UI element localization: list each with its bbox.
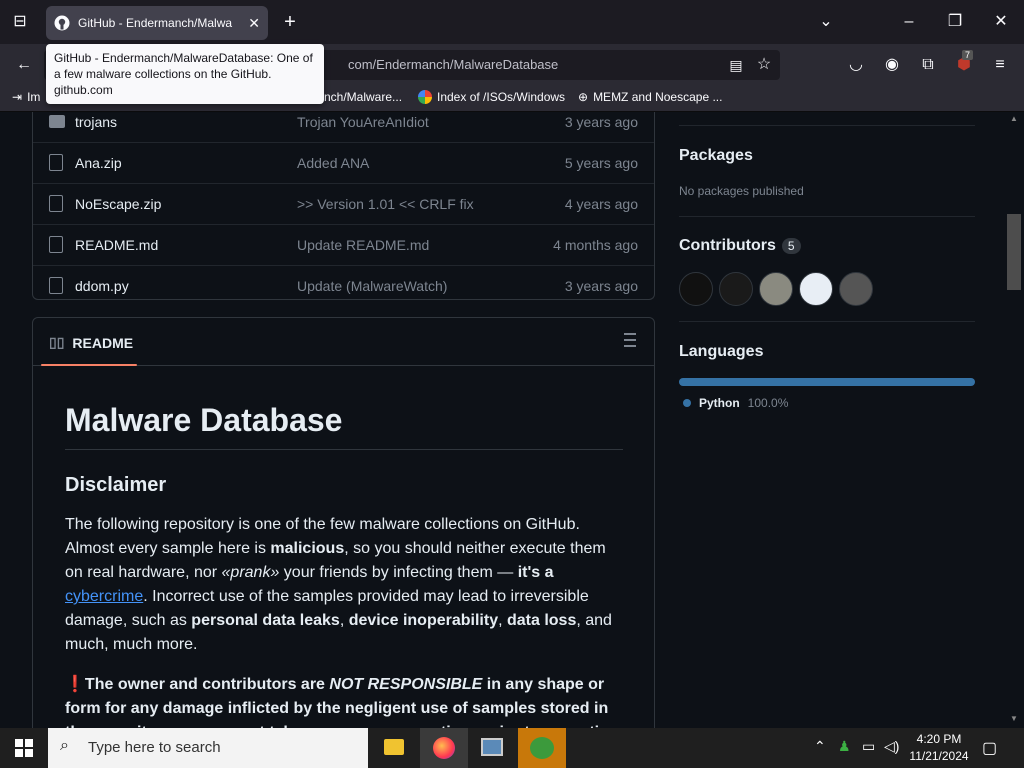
globe-icon: ⊕ (578, 90, 589, 104)
bookmark-star-icon[interactable]: ☆ (752, 53, 776, 77)
outline-list-icon[interactable] (620, 333, 636, 347)
windows-icon (15, 739, 33, 757)
menu-icon[interactable]: ≡ (988, 53, 1012, 77)
disclaimer-paragraph: The following repository is one of the f… (65, 516, 612, 653)
cybercrime-link[interactable]: cybercrime (65, 588, 143, 605)
language-item[interactable]: Python 100.0% (683, 396, 788, 410)
avatar[interactable] (759, 272, 793, 306)
bookmark-isos[interactable]: Index of /ISOs/Windows (418, 90, 565, 104)
file-list: trojans Trojan YouAreAnIdiot 3 years ago… (32, 112, 655, 300)
account-icon[interactable]: ◉ (880, 53, 904, 77)
tooltip-host: github.com (54, 83, 113, 97)
file-icon (49, 195, 63, 212)
avatar[interactable] (719, 272, 753, 306)
table-row[interactable]: trojans Trojan YouAreAnIdiot 3 years ago (33, 112, 654, 143)
readme-content: Malware Database Disclaimer The followin… (65, 398, 623, 728)
tooltip-title: GitHub - Endermanch/MalwareDatabase: One… (54, 51, 313, 81)
search-icon: ⌕ (60, 737, 69, 754)
readme-box: ▯▯ README Malware Database Disclaimer Th… (32, 317, 655, 728)
firefox-icon[interactable] (420, 728, 468, 768)
contributors-count: 5 (781, 237, 801, 254)
packages-text: No packages published (679, 184, 804, 198)
extension-badge: 7 (962, 50, 974, 60)
responsibility-paragraph: ❗The owner and contributors are NOT RESP… (65, 676, 619, 728)
divider (679, 216, 975, 217)
python-dot-icon (683, 399, 691, 407)
divider (679, 321, 975, 322)
readme-title: Malware Database (65, 402, 623, 450)
folder-icon (49, 115, 65, 128)
browser-tab-bar: ⊟ GitHub - Endermanch/Malwa ✕ + ⌄ – ❐ ✕ (0, 0, 1024, 44)
file-icon (49, 277, 63, 294)
bookmark-malware[interactable]: nch/Malware... (324, 90, 402, 104)
tab-readme[interactable]: ▯▯ README (49, 334, 133, 351)
avatar[interactable] (679, 272, 713, 306)
close-window-icon[interactable]: ✕ (986, 8, 1016, 36)
tab-title: GitHub - Endermanch/Malwa (78, 16, 233, 30)
windows-taskbar: ⌕ Type here to search ⌃ ♟ ▭ ◁) 4:20 PM 1… (0, 728, 1024, 768)
disclaimer-heading: Disclaimer (65, 474, 167, 496)
scroll-up-icon[interactable]: ▲ (1010, 114, 1018, 123)
extensions-icon[interactable]: ⧉ (916, 53, 940, 77)
language-bar (679, 378, 975, 386)
tab-close-icon[interactable]: ✕ (248, 15, 260, 32)
volume-icon[interactable]: ◁) (884, 738, 899, 755)
avatar[interactable] (799, 272, 833, 306)
scroll-down-icon[interactable]: ▼ (1010, 714, 1018, 723)
readme-header: ▯▯ README (33, 318, 654, 366)
google-icon (418, 90, 432, 104)
url-text: com/Endermanch/MalwareDatabase (348, 57, 559, 72)
github-icon (54, 15, 70, 31)
file-icon (49, 236, 63, 253)
book-icon: ▯▯ (49, 334, 65, 350)
page-scrollbar[interactable]: ▲ ▼ (1005, 112, 1024, 728)
languages-heading: Languages (679, 343, 764, 360)
start-button[interactable] (0, 728, 48, 768)
scroll-thumb[interactable] (1007, 214, 1021, 290)
bookmark-memz[interactable]: ⊕ MEMZ and Noescape ... (578, 90, 722, 104)
notification-icon[interactable]: ▢ (982, 738, 997, 758)
tab-tooltip: GitHub - Endermanch/MalwareDatabase: One… (46, 44, 324, 104)
contributors-heading[interactable]: Contributors 5 (679, 237, 801, 255)
file-icon (49, 154, 63, 171)
back-icon[interactable]: ← (12, 53, 36, 77)
taskbar-search-input[interactable]: ⌕ Type here to search (48, 728, 368, 768)
packages-heading[interactable]: Packages (679, 147, 753, 165)
tab-list-icon[interactable]: ⊟ (8, 10, 32, 34)
exclamation-icon: ❗ (65, 676, 85, 693)
table-row[interactable]: README.md Update README.md 4 months ago (33, 225, 654, 266)
tab-github[interactable]: GitHub - Endermanch/Malwa ✕ (46, 6, 268, 40)
pocket-icon[interactable]: ◡ (844, 53, 868, 77)
chevron-up-icon[interactable]: ⌃ (814, 738, 826, 755)
reader-view-icon[interactable]: ▤ (724, 53, 748, 77)
minimize-icon[interactable]: – (894, 8, 924, 36)
file-explorer-icon[interactable] (370, 728, 418, 768)
taskbar-clock[interactable]: 4:20 PM 11/21/2024 (904, 731, 974, 765)
restore-icon[interactable]: ❐ (940, 8, 970, 36)
user-status-icon[interactable]: ♟ (838, 738, 851, 755)
control-panel-icon[interactable] (468, 728, 516, 768)
github-page: trojans Trojan YouAreAnIdiot 3 years ago… (0, 112, 1024, 728)
table-row[interactable]: ddom.py Update (MalwareWatch) 3 years ag… (33, 266, 654, 307)
active-tab-underline (41, 364, 137, 366)
table-row[interactable]: NoEscape.zip >> Version 1.01 << CRLF fix… (33, 184, 654, 225)
bookmark-import[interactable]: ⇥ Im (12, 90, 40, 104)
list-all-tabs-icon[interactable]: ⌄ (814, 10, 838, 34)
app-icon[interactable] (518, 728, 566, 768)
divider (679, 125, 975, 126)
new-tab-icon[interactable]: + (278, 10, 302, 34)
network-icon[interactable]: ▭ (862, 738, 875, 755)
import-icon: ⇥ (12, 90, 23, 104)
avatar[interactable] (839, 272, 873, 306)
table-row[interactable]: Ana.zip Added ANA 5 years ago (33, 143, 654, 184)
